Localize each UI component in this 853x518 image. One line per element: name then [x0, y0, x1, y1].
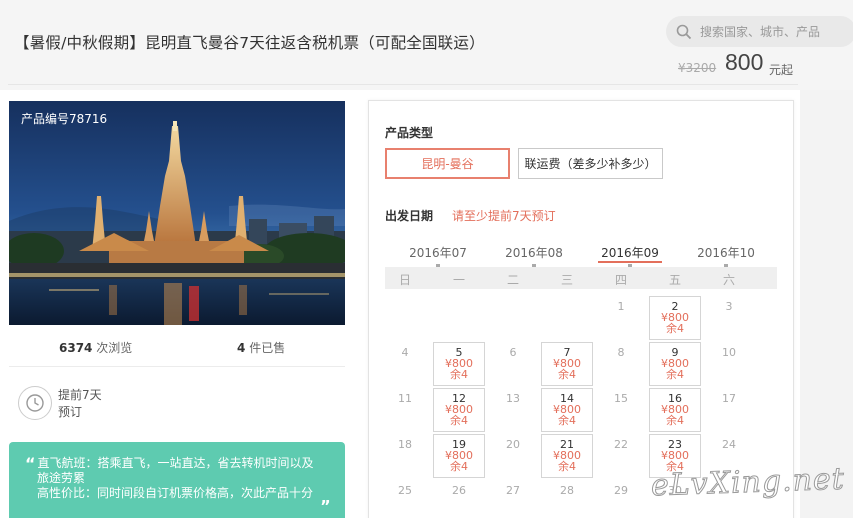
advance-booking-note: 提前7天 预订: [58, 387, 102, 421]
calendar-day: 17: [722, 392, 736, 405]
search-input[interactable]: [700, 24, 850, 39]
calendar-day: 18: [398, 438, 412, 451]
original-price: ¥3200: [678, 61, 717, 75]
calendar-day: 10: [722, 346, 736, 359]
sold-count-number: 4: [237, 341, 246, 355]
calendar-day: 3: [725, 300, 733, 313]
advance-line-2: 预订: [58, 405, 83, 419]
feature-box: “直飞航班：搭乘直飞，一站直达，省去转机时间以及 旅途劳累 高性价比：同时间段自…: [9, 442, 345, 518]
month-tab-2016-07[interactable]: 2016年07: [403, 244, 473, 261]
day-stock: 余4: [450, 460, 468, 473]
calendar-day: 6: [509, 346, 517, 359]
view-count-label: 次浏览: [96, 341, 133, 355]
day-stock: 余4: [558, 414, 576, 427]
weekday-label: 六: [722, 273, 735, 287]
calendar-day: 13: [506, 392, 520, 405]
day-stock: 余4: [666, 322, 684, 335]
weekday-label: 一: [452, 273, 465, 287]
day-stock: 余4: [666, 368, 684, 381]
clock-icon: [18, 386, 52, 420]
quote-open-icon: “: [25, 454, 36, 473]
calendar-day: 26: [452, 484, 466, 497]
view-count: 6374 次浏览: [59, 339, 132, 356]
day-stock: 余4: [558, 460, 576, 473]
temple-night-image: [9, 101, 345, 325]
departure-date-label: 出发日期: [385, 209, 434, 223]
weekday-label: 日: [398, 273, 411, 287]
calendar-day: 15: [614, 392, 628, 405]
calendar-day-available[interactable]: 7 ¥800 余4: [541, 342, 593, 386]
calendar-day-available[interactable]: 12 ¥800 余4: [433, 388, 485, 432]
booking-panel: 产品类型 昆明-曼谷 联运费（差多少补多少） 出发日期 请至少提前7天预订 20…: [368, 100, 794, 518]
month-tab-2016-10[interactable]: 2016年10: [691, 244, 761, 261]
calendar-day-available[interactable]: 19 ¥800 余4: [433, 434, 485, 478]
stats-divider: [9, 366, 345, 367]
calendar-day: 28: [560, 484, 574, 497]
type-option-kunming-bangkok[interactable]: 昆明-曼谷: [385, 148, 510, 179]
weekday-label: 二: [506, 273, 519, 287]
day-stock: 余4: [450, 368, 468, 381]
calendar-day: 24: [722, 438, 736, 451]
view-count-number: 6374: [59, 341, 93, 355]
calendar-day-available[interactable]: 14 ¥800 余4: [541, 388, 593, 432]
month-tab-2016-08[interactable]: 2016年08: [499, 244, 569, 261]
page-title: 【暑假/中秋假期】昆明直飞曼谷7天往返含税机票（可配全国联运）: [14, 34, 485, 52]
month-tab-2016-09[interactable]: 2016年09: [595, 244, 665, 261]
sold-count-label: 件已售: [249, 341, 286, 355]
search-icon: [676, 24, 692, 39]
sold-count: 4 件已售: [237, 339, 285, 356]
calendar-day: 22: [614, 438, 628, 451]
weekday-label: 三: [560, 273, 573, 287]
calendar-day: 25: [398, 484, 412, 497]
calendar-day-available[interactable]: 2 ¥800 余4: [649, 296, 701, 340]
product-photo: [9, 101, 345, 325]
date-hint: 请至少提前7天预订: [452, 209, 556, 223]
calendar-day-available[interactable]: 5 ¥800 余4: [433, 342, 485, 386]
weekday-label: 四: [614, 273, 627, 287]
right-gutter: [800, 90, 853, 518]
header-divider: [8, 84, 798, 85]
calendar-day: 29: [614, 484, 628, 497]
feature-line-1: 直飞航班：搭乘直飞，一站直达，省去转机时间以及: [37, 456, 314, 470]
calendar-day-available[interactable]: 16 ¥800 余4: [649, 388, 701, 432]
weekday-label: 五: [668, 273, 681, 287]
watermark: eLvXing.net: [650, 461, 846, 504]
calendar-day: 27: [506, 484, 520, 497]
day-stock: 余4: [558, 368, 576, 381]
calendar-day: 8: [617, 346, 625, 359]
calendar-day: 4: [401, 346, 409, 359]
day-stock: 余4: [666, 414, 684, 427]
feature-line-2: 旅途劳累: [37, 471, 86, 485]
type-option-connection-fee[interactable]: 联运费（差多少补多少）: [518, 148, 663, 179]
product-code: 产品编号78716: [21, 112, 108, 126]
active-month-underline: [598, 261, 662, 263]
quote-close-icon: „: [320, 488, 331, 507]
price-unit: 元起: [769, 63, 794, 77]
feature-line-3: 高性价比：同时间段自订机票价格高，次此产品十分: [37, 486, 314, 500]
calendar-day-available[interactable]: 9 ¥800 余4: [649, 342, 701, 386]
calendar-day-available[interactable]: 21 ¥800 余4: [541, 434, 593, 478]
calendar-day: 11: [398, 392, 412, 405]
day-stock: 余4: [450, 414, 468, 427]
search-box[interactable]: [666, 16, 853, 47]
calendar-day: 1: [617, 300, 625, 313]
current-price: 800: [725, 49, 764, 75]
product-type-label: 产品类型: [385, 126, 434, 140]
advance-line-1: 提前7天: [58, 388, 102, 402]
calendar-day: 20: [506, 438, 520, 451]
